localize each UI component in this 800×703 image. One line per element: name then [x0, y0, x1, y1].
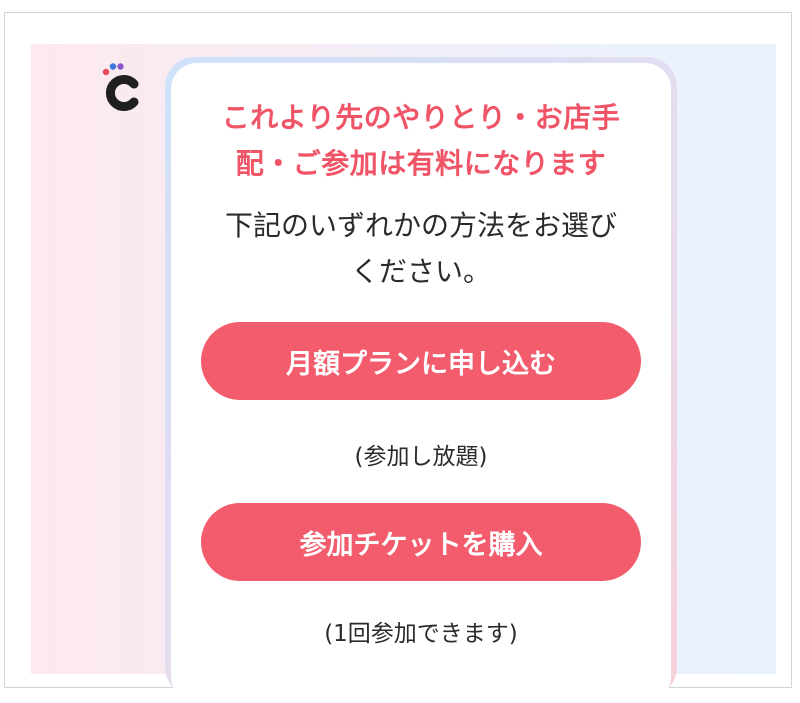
- headline-line-2: 配・ご参加は有料になります: [235, 147, 607, 180]
- logo-dot-red: [102, 68, 110, 76]
- paid-feature-dialog: これより先のやりとり・お店手 配・ご参加は有料になります 下記のいずれかの方法を…: [171, 63, 671, 703]
- app-logo-icon: [100, 62, 146, 114]
- logo-dot-blue: [109, 63, 117, 70]
- instruction-line-1: 下記のいずれかの方法をお選び: [224, 209, 617, 242]
- instruction-line-2: ください。: [350, 255, 491, 288]
- ticket-note: (1回参加できます): [324, 621, 518, 647]
- headline-line-1: これより先のやりとり・お店手: [221, 101, 621, 134]
- logo-c-letter: [105, 75, 139, 111]
- buy-ticket-button[interactable]: 参加チケットを購入: [201, 503, 641, 581]
- subscribe-monthly-plan-button[interactable]: 月額プランに申し込む: [201, 322, 641, 400]
- logo-dot-purple: [117, 63, 124, 70]
- monthly-plan-note: (参加し放題): [354, 444, 488, 470]
- choose-method-instruction: 下記のいずれかの方法をお選び ください。: [171, 203, 671, 295]
- paid-notice-headline: これより先のやりとり・お店手 配・ご参加は有料になります: [171, 95, 671, 187]
